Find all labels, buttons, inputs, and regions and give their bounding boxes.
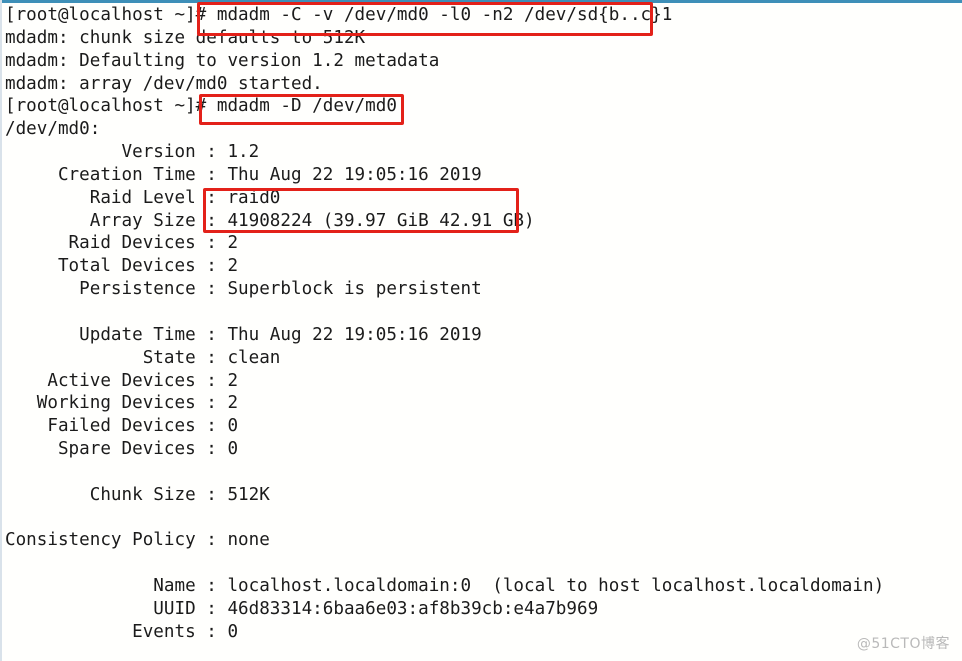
watermark: @51CTO博客 (856, 636, 950, 652)
terminal-line: Version : 1.2 (5, 142, 260, 163)
terminal-line: Total Devices : 2 (5, 256, 239, 277)
terminal-line: Name : localhost.localdomain:0 (local to… (5, 576, 885, 597)
terminal-output[interactable]: [root@localhost ~]# mdadm -C -v /dev/md0… (5, 4, 955, 644)
terminal-line: Events : 0 (5, 621, 239, 642)
terminal-line: State : clean (5, 347, 281, 368)
terminal-line: Raid Devices : 2 (5, 233, 239, 254)
terminal-line: Creation Time : Thu Aug 22 19:05:16 2019 (5, 164, 482, 185)
terminal-line: Raid Level : raid0 (5, 187, 281, 208)
terminal-screenshot: [root@localhost ~]# mdadm -C -v /dev/md0… (0, 0, 962, 661)
terminal-line: mdadm: array /dev/md0 started. (5, 73, 323, 94)
window-top-border (0, 0, 962, 3)
terminal-line: Chunk Size : 512K (5, 484, 270, 505)
terminal-line: Failed Devices : 0 (5, 416, 239, 437)
terminal-line: /dev/md0: (5, 119, 101, 140)
window-left-border (0, 0, 2, 661)
terminal-line: Persistence : Superblock is persistent (5, 279, 482, 300)
terminal-line: Consistency Policy : none (5, 530, 270, 551)
terminal-line: [root@localhost ~]# mdadm -C -v /dev/md0… (5, 5, 673, 25)
terminal-line: [root@localhost ~]# mdadm -D /dev/md0 (5, 96, 397, 117)
terminal-line: mdadm: Defaulting to version 1.2 metadat… (5, 50, 440, 71)
terminal-line: UUID : 46d83314:6baa6e03:af8b39cb:e4a7b9… (5, 598, 599, 619)
terminal-line: Array Size : 41908224 (39.97 GiB 42.91 G… (5, 210, 535, 231)
terminal-line: Spare Devices : 0 (5, 439, 239, 460)
terminal-line: Active Devices : 2 (5, 370, 239, 391)
terminal-line: Working Devices : 2 (5, 393, 239, 414)
terminal-line: mdadm: chunk size defaults to 512K (5, 27, 366, 48)
terminal-line: Update Time : Thu Aug 22 19:05:16 2019 (5, 324, 482, 345)
